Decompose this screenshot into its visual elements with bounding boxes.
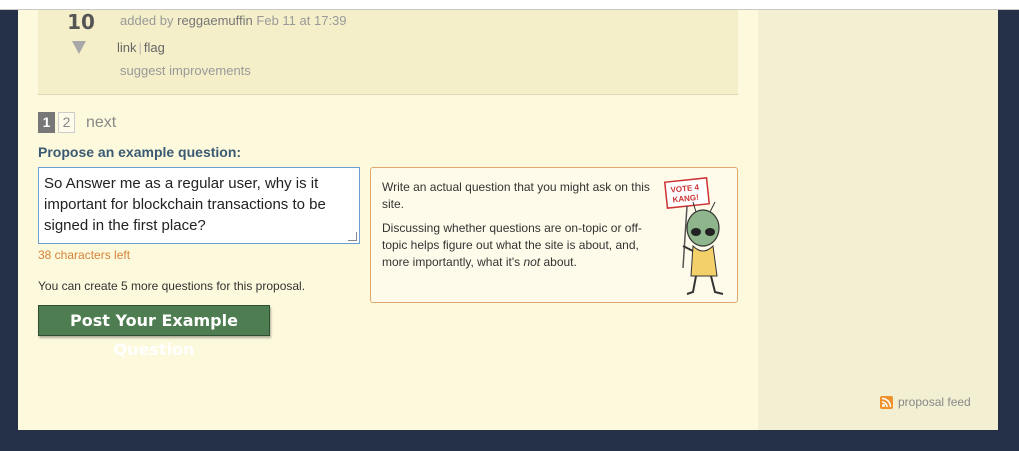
tip-line-1: Write an actual question that you might … bbox=[382, 180, 650, 211]
author-link[interactable]: reggaemuffin bbox=[177, 13, 253, 28]
added-by-prefix: added by bbox=[120, 13, 174, 28]
tip-box: Write an actual question that you might … bbox=[370, 167, 738, 303]
vote-down-arrow-icon[interactable] bbox=[72, 41, 86, 54]
post-example-question-button[interactable]: Post Your Example Question bbox=[38, 305, 270, 359]
page-1-current: 1 bbox=[38, 112, 55, 133]
proposal-feed-label: proposal feed bbox=[898, 395, 971, 409]
tip-line-2-emphasis: not bbox=[523, 255, 541, 269]
link-separator: | bbox=[138, 40, 142, 55]
page-2-link[interactable]: 2 bbox=[58, 112, 75, 133]
resize-handle[interactable] bbox=[348, 232, 357, 241]
rss-icon bbox=[880, 395, 893, 409]
answer-meta: added by reggaemuffin Feb 11 at 17:39 bbox=[120, 13, 347, 28]
answer-timestamp: Feb 11 at 17:39 bbox=[256, 13, 347, 28]
tip-line-2: Discussing whether questions are on-topi… bbox=[382, 220, 652, 271]
link-link[interactable]: link bbox=[117, 40, 137, 55]
flag-link[interactable]: flag bbox=[144, 40, 165, 55]
tip-text: Write an actual question that you might … bbox=[382, 179, 652, 278]
tip-line-2-text: Discussing whether questions are on-topi… bbox=[382, 221, 642, 269]
alien-mascot-icon: VOTE 4 KANG! bbox=[663, 177, 724, 295]
propose-heading: Propose an example question: bbox=[38, 144, 242, 160]
sidebar bbox=[758, 10, 998, 430]
answer-links: link | flag bbox=[117, 40, 165, 55]
remaining-questions-note: You can create 5 more questions for this… bbox=[38, 279, 306, 293]
question-text: So Answer me as a regular user, why is i… bbox=[44, 175, 326, 234]
suggest-improvements-link[interactable]: suggest improvements bbox=[120, 63, 251, 78]
next-page-link[interactable]: next bbox=[86, 114, 116, 132]
question-textarea[interactable]: So Answer me as a regular user, why is i… bbox=[38, 167, 360, 244]
tip-line-2-end: about. bbox=[540, 255, 577, 269]
vote-count: 10 bbox=[67, 10, 95, 34]
proposal-feed-link[interactable]: proposal feed bbox=[880, 395, 971, 409]
characters-left: 38 characters left bbox=[38, 248, 131, 262]
pager: 1 2 next bbox=[38, 112, 116, 133]
